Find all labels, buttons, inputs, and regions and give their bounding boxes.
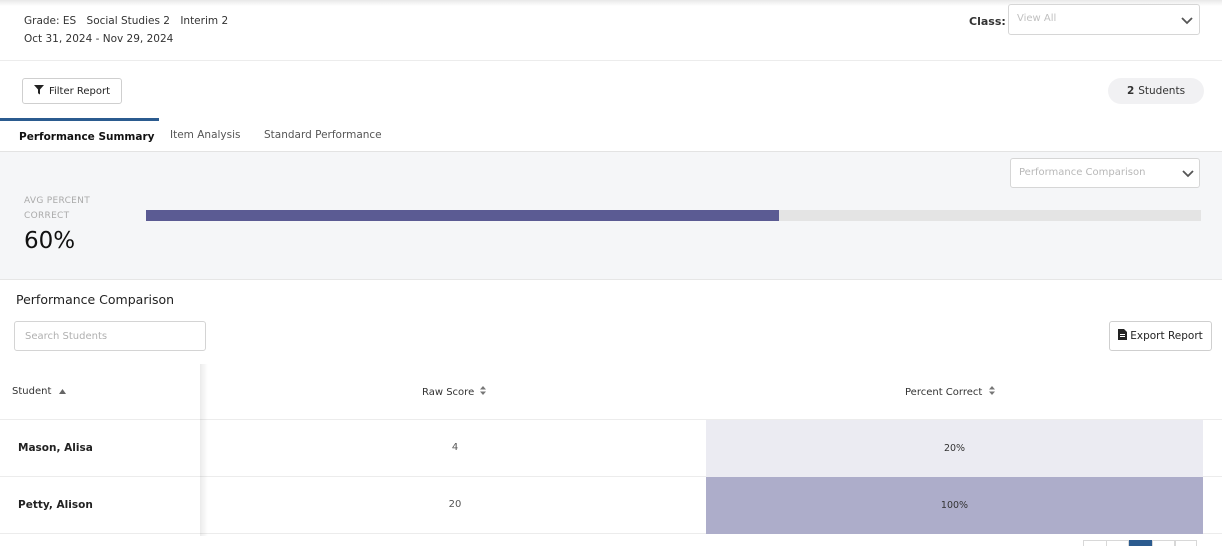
comparison-select[interactable]: Performance Comparison <box>1010 158 1200 188</box>
percent-correct-cell: 20% <box>706 420 1203 477</box>
column-label: Student <box>12 386 52 397</box>
tab-label: Performance Summary <box>19 130 155 143</box>
column-raw-score[interactable]: Raw Score <box>422 386 487 398</box>
report-header: Grade: ES Social Studies 2 Interim 2 Oct… <box>24 12 235 48</box>
filter-report-button[interactable]: Filter Report <box>22 78 122 104</box>
tab-performance-summary[interactable]: Performance Summary <box>0 118 159 152</box>
class-label: Class: <box>969 15 1006 28</box>
sort-icon <box>988 386 995 398</box>
column-student[interactable]: Student <box>12 386 66 397</box>
header-divider <box>0 60 1222 61</box>
table-header: Student Raw Score Percent Correct <box>0 364 1222 420</box>
raw-score: 20 <box>448 499 462 510</box>
export-report-label: Export Report <box>1130 330 1203 342</box>
file-icon <box>1118 329 1128 343</box>
section-title: Performance Comparison <box>16 292 175 307</box>
avg-percent-value: 60% <box>24 228 76 254</box>
student-count: 2 <box>1126 85 1135 97</box>
search-students-input[interactable] <box>14 321 206 351</box>
sort-asc-icon <box>58 386 66 397</box>
percent-correct: 100% <box>940 500 969 511</box>
tab-item-analysis[interactable]: Item Analysis <box>170 118 241 152</box>
pagination-prev-button[interactable] <box>1106 540 1129 546</box>
avg-percent-label: AVG PERCENT CORRECT <box>24 196 90 221</box>
date-range: Oct 31, 2024 - Nov 29, 2024 <box>24 33 174 45</box>
table-row[interactable]: Mason, Alisa 4 20% <box>0 420 1222 477</box>
column-percent-correct[interactable]: Percent Correct <box>905 386 995 398</box>
grade-label: Grade: ES <box>24 15 77 27</box>
student-count-badge: 2 Students <box>1108 78 1204 104</box>
pagination-first-button[interactable] <box>1083 540 1107 546</box>
column-label: Percent Correct <box>905 387 983 398</box>
student-name: Mason, Alisa <box>18 442 93 454</box>
percent-correct-cell: 100% <box>706 477 1203 534</box>
avg-percent-bar-fill <box>146 210 779 221</box>
pagination-last-button[interactable] <box>1175 540 1197 546</box>
export-report-button[interactable]: Export Report <box>1109 321 1212 351</box>
column-label: Raw Score <box>422 387 475 398</box>
filter-report-label: Filter Report <box>48 85 111 97</box>
report-meta: Grade: ES Social Studies 2 Interim 2 <box>24 12 235 30</box>
chevron-down-icon <box>1181 17 1193 25</box>
pagination-next-button[interactable] <box>1152 540 1175 546</box>
raw-score: 4 <box>451 442 459 453</box>
student-count-label: Students <box>1138 85 1186 97</box>
avg-percent-bar <box>146 210 1201 221</box>
comparison-select-value: Performance Comparison <box>1019 167 1146 178</box>
class-select[interactable]: View All <box>1008 4 1200 35</box>
subject-label: Social Studies 2 <box>86 15 170 27</box>
sort-icon <box>480 386 487 398</box>
tab-label: Standard Performance <box>264 129 382 141</box>
class-select-value: View All <box>1017 13 1057 24</box>
pagination-current-page[interactable] <box>1129 540 1152 546</box>
assessment-label: Interim 2 <box>180 15 229 27</box>
sticky-column-shadow <box>200 364 208 536</box>
student-name: Petty, Alison <box>18 499 93 511</box>
tab-label: Item Analysis <box>170 129 241 141</box>
table-row[interactable]: Petty, Alison 20 100% <box>0 477 1222 534</box>
filter-icon <box>33 84 44 98</box>
report-tabs: Performance Summary Item Analysis Standa… <box>0 118 1222 152</box>
chevron-down-icon <box>1182 170 1194 178</box>
performance-summary-panel: Performance Comparison AVG PERCENT CORRE… <box>0 152 1222 280</box>
percent-correct: 20% <box>943 443 966 454</box>
tab-standard-performance[interactable]: Standard Performance <box>264 118 382 152</box>
